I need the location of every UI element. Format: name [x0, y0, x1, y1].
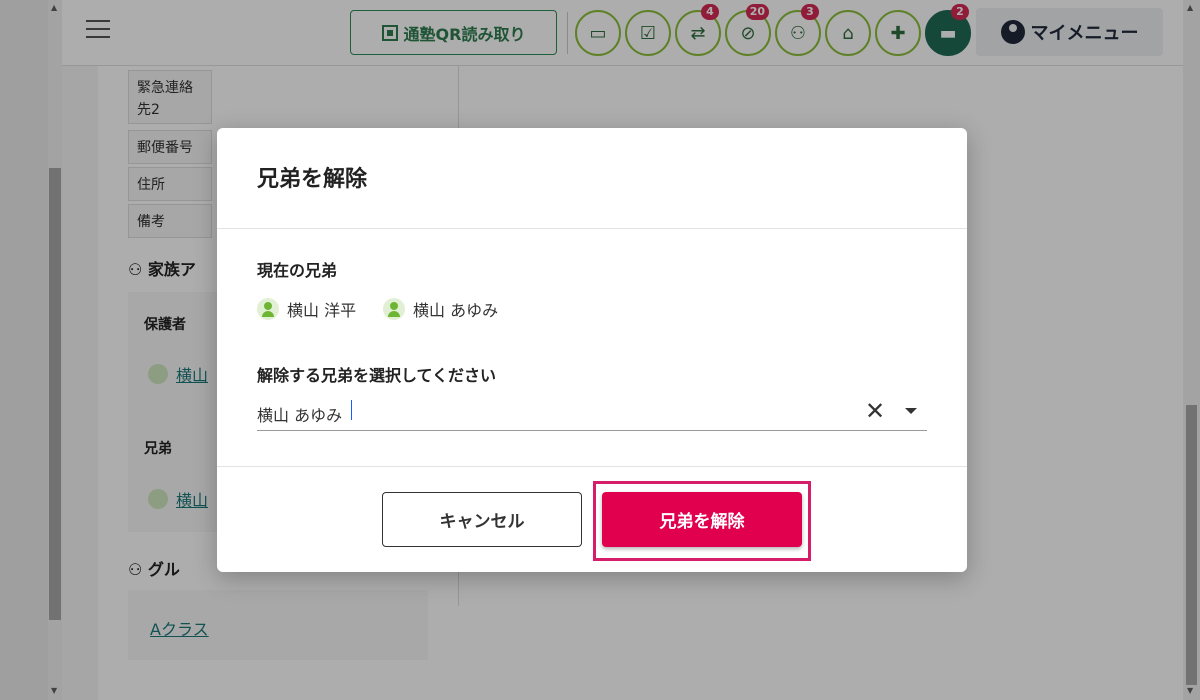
text-cursor	[351, 400, 352, 420]
sibling-select-value: 横山 あゆみ	[257, 406, 343, 425]
sibling-select[interactable]: 横山 あゆみ ✕	[257, 396, 927, 431]
cancel-button[interactable]: キャンセル	[382, 492, 582, 547]
person-icon	[383, 298, 405, 320]
sibling-chip: 横山 あゆみ	[383, 297, 498, 321]
sibling-chip: 横山 洋平	[257, 297, 356, 321]
dialog-divider-bottom	[217, 466, 967, 467]
remove-sibling-dialog: 兄弟を解除 現在の兄弟 横山 洋平 横山 あゆみ 解除する兄弟を選択してください…	[217, 128, 967, 572]
remove-sibling-button[interactable]: 兄弟を解除	[602, 492, 802, 547]
dialog-title: 兄弟を解除	[257, 167, 368, 192]
clear-icon[interactable]: ✕	[865, 396, 885, 426]
person-icon	[257, 298, 279, 320]
dialog-divider-top	[217, 228, 967, 229]
select-sibling-label: 解除する兄弟を選択してください	[257, 366, 497, 385]
chevron-down-icon[interactable]	[905, 408, 917, 414]
current-siblings-label: 現在の兄弟	[257, 261, 338, 280]
